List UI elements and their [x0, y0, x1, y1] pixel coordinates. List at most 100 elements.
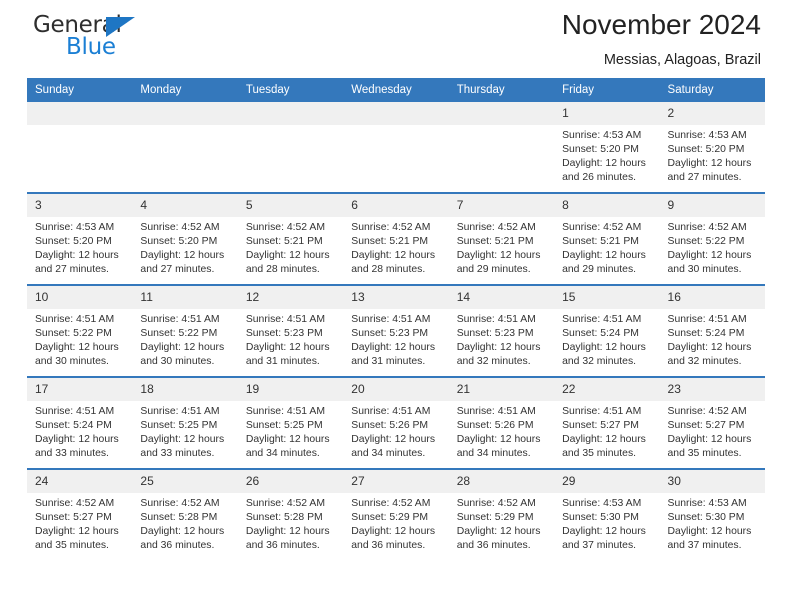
daylight-text-line1: Daylight: 12 hours — [35, 434, 119, 446]
sunrise-text: Sunrise: 4:51 AM — [456, 314, 536, 325]
calendar-day-cell[interactable]: 19 Sunrise: 4:51 AM Sunset: 5:25 PM Dayligh… — [237, 376, 344, 469]
daylight-text-line1: Daylight: 12 hours — [140, 526, 225, 538]
sunset-text: Sunset: 5:24 PM — [35, 420, 112, 432]
day-number: 16 — [659, 286, 765, 309]
calendar-day-cell[interactable]: 30 Sunrise: 4:53 AM Sunset: 5:30 PM Dayligh… — [659, 468, 765, 560]
sunrise-text: Sunrise: 4:51 AM — [140, 314, 220, 325]
calendar-day-cell[interactable]: 18 Sunrise: 4:51 AM Sunset: 5:25 PM Dayligh… — [132, 376, 238, 469]
daylight-text-line2: and 32 minutes. — [456, 356, 531, 368]
page-subtitle: Messias, Alagoas, Brazil — [603, 52, 761, 68]
calendar-day-cell[interactable]: 10 Sunrise: 4:51 AM Sunset: 5:22 PM Dayligh… — [27, 284, 133, 377]
daylight-text-line1: Daylight: 12 hours — [456, 526, 541, 538]
calendar-day-cell[interactable]: 29 Sunrise: 4:53 AM Sunset: 5:30 PM Dayligh… — [554, 468, 660, 560]
sunrise-text: Sunrise: 4:52 AM — [140, 222, 220, 233]
day-number: 19 — [237, 378, 344, 401]
sunset-text: Sunset: 5:24 PM — [667, 328, 745, 340]
sunset-text: Sunset: 5:21 PM — [351, 236, 429, 248]
daylight-text-line1: Daylight: 12 hours — [456, 250, 541, 262]
sunrise-text: Sunrise: 4:52 AM — [667, 406, 747, 417]
calendar-week-row: 1 Sunrise: 4:53 AM Sunset: 5:20 PM Daylight… — [27, 102, 765, 193]
day-number — [27, 102, 133, 125]
sunrise-text: Sunrise: 4:53 AM — [667, 498, 747, 509]
sunset-text: Sunset: 5:28 PM — [245, 512, 323, 524]
calendar-day-cell[interactable]: 13 Sunrise: 4:51 AM Sunset: 5:23 PM Dayligh… — [343, 284, 449, 377]
weekday-header-monday: Monday — [132, 78, 238, 102]
sunrise-text: Sunrise: 4:52 AM — [140, 498, 220, 509]
weekday-header-wednesday: Wednesday — [343, 78, 449, 102]
sunset-text: Sunset: 5:21 PM — [245, 236, 323, 248]
daylight-text-line1: Daylight: 12 hours — [35, 342, 119, 354]
sunset-text: Sunset: 5:22 PM — [140, 328, 218, 340]
sunset-text: Sunset: 5:28 PM — [140, 512, 218, 524]
daylight-text-line2: and 29 minutes. — [562, 264, 637, 276]
daylight-text-line1: Daylight: 12 hours — [456, 342, 541, 354]
day-details: Sunrise: 4:51 AM Sunset: 5:24 PM Daylight:… — [27, 401, 132, 461]
day-details: Sunrise: 4:51 AM Sunset: 5:26 PM Daylight:… — [449, 401, 554, 461]
day-details: Sunrise: 4:51 AM Sunset: 5:24 PM Daylight:… — [554, 309, 659, 369]
day-details: Sunrise: 4:51 AM Sunset: 5:26 PM Daylight:… — [343, 401, 448, 461]
calendar-day-cell[interactable]: 23 Sunrise: 4:52 AM Sunset: 5:27 PM Dayligh… — [659, 376, 765, 469]
calendar-day-cell[interactable]: 14 Sunrise: 4:51 AM Sunset: 5:23 PM Dayligh… — [448, 284, 555, 377]
daylight-text-line2: and 34 minutes. — [245, 448, 320, 460]
sunrise-text: Sunrise: 4:51 AM — [140, 406, 220, 417]
calendar-day-cell[interactable]: 21 Sunrise: 4:51 AM Sunset: 5:26 PM Dayligh… — [448, 376, 555, 469]
calendar-day-cell[interactable]: 24 Sunrise: 4:52 AM Sunset: 5:27 PM Dayligh… — [27, 468, 133, 560]
daylight-text-line2: and 36 minutes. — [140, 540, 215, 552]
calendar-day-cell[interactable]: 20 Sunrise: 4:51 AM Sunset: 5:26 PM Dayligh… — [343, 376, 449, 469]
daylight-text-line2: and 30 minutes. — [140, 356, 215, 368]
sunset-text: Sunset: 5:26 PM — [351, 420, 429, 432]
calendar-day-cell[interactable]: 17 Sunrise: 4:51 AM Sunset: 5:24 PM Dayligh… — [27, 376, 133, 469]
calendar-day-cell[interactable]: 3 Sunrise: 4:53 AM Sunset: 5:20 PM Daylight… — [27, 192, 133, 285]
day-details: Sunrise: 4:52 AM Sunset: 5:29 PM Daylight:… — [449, 493, 554, 553]
calendar-week-row: 24 Sunrise: 4:52 AM Sunset: 5:27 PM Dayligh… — [27, 468, 765, 560]
sunrise-sunset-calendar: Sunday Monday Tuesday Wednesday Thursday… — [27, 78, 765, 560]
weekday-header-saturday: Saturday — [659, 78, 765, 102]
day-number: 23 — [659, 378, 765, 401]
calendar-day-cell[interactable]: 28 Sunrise: 4:52 AM Sunset: 5:29 PM Dayligh… — [448, 468, 555, 560]
calendar-day-cell[interactable]: 11 Sunrise: 4:51 AM Sunset: 5:22 PM Dayligh… — [132, 284, 238, 377]
calendar-day-cell[interactable]: 16 Sunrise: 4:51 AM Sunset: 5:24 PM Dayligh… — [659, 284, 765, 377]
calendar-day-cell[interactable]: 26 Sunrise: 4:52 AM Sunset: 5:28 PM Dayligh… — [237, 468, 344, 560]
calendar-day-cell[interactable]: 6 Sunrise: 4:52 AM Sunset: 5:21 PM Daylight… — [343, 192, 449, 285]
calendar-day-cell[interactable]: 25 Sunrise: 4:52 AM Sunset: 5:28 PM Dayligh… — [132, 468, 238, 560]
day-details: Sunrise: 4:51 AM Sunset: 5:25 PM Daylight:… — [238, 401, 343, 461]
calendar-day-cell[interactable]: 4 Sunrise: 4:52 AM Sunset: 5:20 PM Daylight… — [132, 192, 238, 285]
daylight-text-line2: and 32 minutes. — [562, 356, 637, 368]
calendar-day-cell[interactable]: 7 Sunrise: 4:52 AM Sunset: 5:21 PM Daylight… — [448, 192, 555, 285]
calendar-day-cell[interactable]: 1 Sunrise: 4:53 AM Sunset: 5:20 PM Daylight… — [554, 102, 660, 193]
daylight-text-line1: Daylight: 12 hours — [667, 250, 752, 262]
calendar-day-cell[interactable]: 27 Sunrise: 4:52 AM Sunset: 5:29 PM Dayligh… — [343, 468, 449, 560]
calendar-day-cell[interactable]: 5 Sunrise: 4:52 AM Sunset: 5:21 PM Daylight… — [237, 192, 344, 285]
calendar-day-cell[interactable]: 15 Sunrise: 4:51 AM Sunset: 5:24 PM Dayligh… — [554, 284, 660, 377]
sunrise-text: Sunrise: 4:53 AM — [35, 222, 115, 233]
daylight-text-line1: Daylight: 12 hours — [35, 526, 119, 538]
day-number: 10 — [27, 286, 133, 309]
sunset-text: Sunset: 5:23 PM — [245, 328, 323, 340]
sunset-text: Sunset: 5:30 PM — [562, 512, 639, 524]
sunset-text: Sunset: 5:21 PM — [562, 236, 639, 248]
sunrise-text: Sunrise: 4:52 AM — [35, 498, 115, 509]
day-number: 7 — [448, 194, 555, 217]
daylight-text-line2: and 27 minutes. — [140, 264, 215, 276]
calendar-day-cell[interactable]: 2 Sunrise: 4:53 AM Sunset: 5:20 PM Daylight… — [659, 102, 765, 193]
daylight-text-line2: and 37 minutes. — [667, 540, 742, 552]
sunrise-text: Sunrise: 4:52 AM — [245, 498, 325, 509]
daylight-text-line2: and 33 minutes. — [35, 448, 109, 460]
sunrise-text: Sunrise: 4:51 AM — [562, 314, 642, 325]
daylight-text-line2: and 36 minutes. — [351, 540, 426, 552]
day-number — [237, 102, 344, 125]
general-blue-logo[interactable]: General Blue — [33, 12, 163, 62]
daylight-text-line1: Daylight: 12 hours — [562, 250, 646, 262]
day-number: 30 — [659, 470, 765, 493]
day-number: 3 — [27, 194, 133, 217]
calendar-day-cell[interactable]: 22 Sunrise: 4:51 AM Sunset: 5:27 PM Dayligh… — [554, 376, 660, 469]
calendar-day-cell[interactable]: 8 Sunrise: 4:52 AM Sunset: 5:21 PM Daylight… — [554, 192, 660, 285]
calendar-day-cell-empty — [237, 102, 344, 193]
day-number: 20 — [343, 378, 449, 401]
calendar-day-cell[interactable]: 12 Sunrise: 4:51 AM Sunset: 5:23 PM Dayligh… — [237, 284, 344, 377]
daylight-text-line2: and 30 minutes. — [35, 356, 109, 368]
daylight-text-line2: and 35 minutes. — [562, 448, 637, 460]
calendar-day-cell[interactable]: 9 Sunrise: 4:52 AM Sunset: 5:22 PM Daylight… — [659, 192, 765, 285]
daylight-text-line1: Daylight: 12 hours — [245, 526, 330, 538]
daylight-text-line2: and 27 minutes. — [667, 172, 742, 184]
